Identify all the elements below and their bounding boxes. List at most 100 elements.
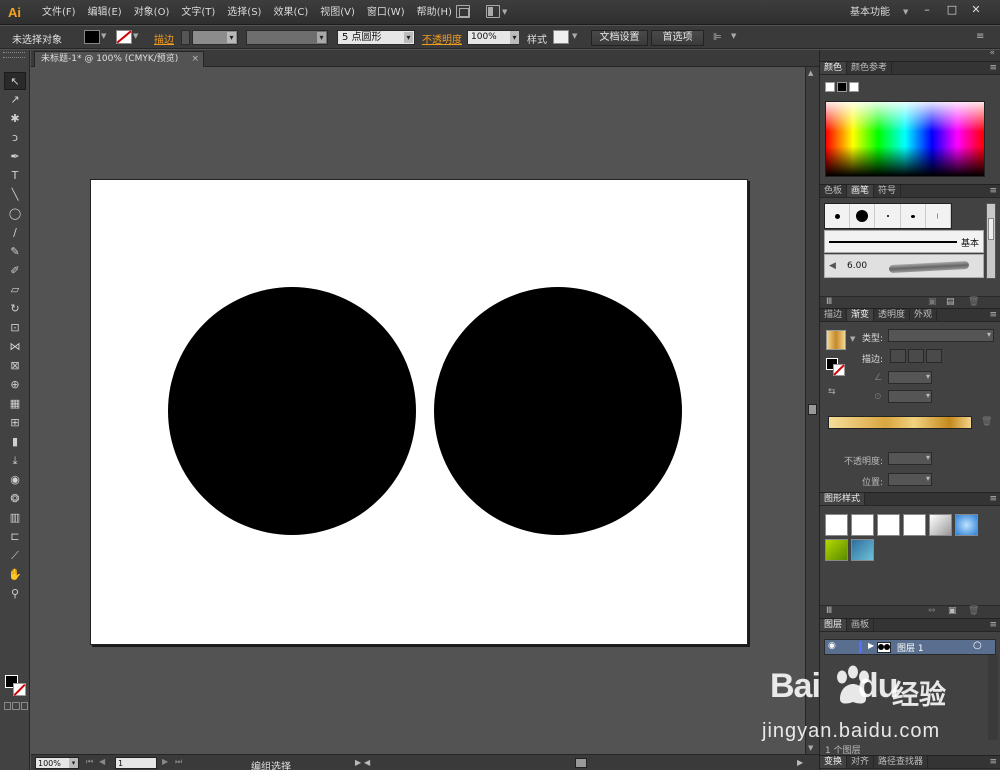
tab-color-guide[interactable]: 颜色参考	[847, 62, 893, 74]
perspective-grid-tool[interactable]: ▦	[4, 395, 26, 413]
none-swatch[interactable]	[825, 82, 835, 92]
graphic-style-swatch[interactable]	[851, 539, 874, 561]
close-button[interactable]: ✕	[965, 2, 987, 18]
tab-brushes[interactable]: 画笔	[847, 185, 875, 197]
panel-menu-icon[interactable]: ≡	[989, 185, 997, 198]
chevron-down-icon[interactable]: ▼	[850, 335, 855, 343]
style-library-icon[interactable]: Ⅲ	[826, 606, 832, 616]
symbol-sprayer-tool[interactable]: ❂	[4, 490, 26, 508]
scroll-left-icon[interactable]: ◀	[364, 758, 370, 767]
scrollbar-thumb[interactable]	[808, 404, 817, 415]
graphic-style-swatch[interactable]	[955, 514, 978, 536]
panel-menu-icon[interactable]: ≡	[976, 31, 984, 42]
slice-tool[interactable]: ⟋	[4, 547, 26, 565]
previous-artboard-icon[interactable]: ◀	[99, 757, 105, 766]
menu-type[interactable]: 文字(T)	[175, 0, 221, 25]
direct-selection-tool[interactable]: ↗	[4, 91, 26, 109]
brush-thumb[interactable]	[850, 204, 876, 228]
chevron-down-icon[interactable]: ▼	[502, 8, 507, 16]
chevron-down-icon[interactable]: ▼	[133, 32, 138, 40]
next-artboard-icon[interactable]: ▶	[162, 757, 168, 766]
art-brush-row[interactable]: ◀ 6.00	[824, 254, 984, 278]
color-mode-buttons[interactable]	[4, 702, 28, 710]
gradient-preview-swatch[interactable]	[826, 330, 846, 350]
chevron-down-icon[interactable]: ▼	[903, 0, 908, 25]
graphic-style-swatch[interactable]	[553, 30, 569, 44]
chevron-down-icon[interactable]: ▾	[510, 31, 519, 44]
brush-thumb[interactable]	[901, 204, 926, 228]
paintbrush-tool[interactable]: ∕	[4, 224, 26, 242]
mesh-tool[interactable]: ⊞	[4, 414, 26, 432]
layer-name[interactable]: 图层 1	[897, 641, 924, 654]
tab-graphic-styles[interactable]: 图形样式	[820, 493, 866, 505]
width-tool[interactable]: ⋈	[4, 338, 26, 356]
brush-thumb[interactable]	[825, 204, 851, 228]
menu-edit[interactable]: 编辑(E)	[82, 0, 128, 25]
menu-help[interactable]: 帮助(H)	[411, 0, 458, 25]
stroke-gradient-within-button[interactable]	[890, 349, 906, 363]
dock-collapse-grip[interactable]	[820, 48, 1000, 61]
maximize-button[interactable]: □	[941, 2, 963, 18]
pen-tool[interactable]: ✒	[4, 148, 26, 166]
tab-swatches[interactable]: 色板	[820, 185, 848, 197]
stroke-weight-stepper[interactable]	[181, 30, 190, 45]
gradient-aspect-field[interactable]	[888, 390, 932, 403]
panel-menu-icon[interactable]: ≡	[989, 493, 997, 506]
preferences-button[interactable]: 首选项	[651, 30, 704, 46]
minimize-button[interactable]: –	[916, 2, 938, 18]
stroke-gradient-across-button[interactable]	[926, 349, 942, 363]
stroke-weight-field[interactable]	[192, 30, 238, 45]
new-brush-icon[interactable]: ▣	[928, 297, 937, 307]
line-tool[interactable]: ╲	[4, 186, 26, 204]
delete-stop-icon[interactable]: 🗑	[981, 417, 992, 427]
last-artboard-icon[interactable]: ⏭	[175, 757, 182, 767]
selection-tool[interactable]: ↖	[4, 72, 26, 90]
pencil-tool[interactable]: ✎	[4, 243, 26, 261]
close-icon[interactable]: ×	[191, 52, 199, 67]
scroll-right-icon[interactable]: ▶	[797, 758, 803, 767]
zoom-tool[interactable]: ⚲	[4, 585, 26, 603]
blob-brush-tool[interactable]: ✐	[4, 262, 26, 280]
scrollbar-thumb[interactable]	[988, 218, 994, 240]
chevron-down-icon[interactable]: ▼	[731, 32, 736, 40]
target-circle-icon[interactable]: ○	[973, 640, 982, 651]
brush-definition-select[interactable]: 5 点圆形 ▾	[337, 30, 415, 45]
panel-menu-icon[interactable]: ≡	[989, 62, 997, 75]
menu-window[interactable]: 窗口(W)	[361, 0, 411, 25]
panel-grip[interactable]	[3, 52, 25, 58]
stroke-color-swatch[interactable]	[116, 30, 132, 44]
visibility-eye-icon[interactable]: ◉	[828, 641, 836, 651]
rotate-tool[interactable]: ↻	[4, 300, 26, 318]
black-swatch[interactable]	[837, 82, 847, 92]
menu-effect[interactable]: 效果(C)	[267, 0, 314, 25]
tab-gradient[interactable]: 渐变	[847, 309, 875, 321]
reverse-gradient-icon[interactable]: ⇆	[828, 387, 836, 397]
stroke-color-swatch[interactable]	[13, 683, 26, 696]
right-circle[interactable]	[434, 287, 682, 535]
tab-appearance[interactable]: 外观	[910, 309, 938, 321]
graphic-style-swatch[interactable]	[903, 514, 926, 536]
white-swatch[interactable]	[849, 82, 859, 92]
tab-stroke[interactable]: 描边	[820, 309, 848, 321]
menu-file[interactable]: 文件(F)	[36, 0, 82, 25]
gradient-type-select[interactable]	[888, 329, 994, 342]
hand-tool[interactable]: ✋	[4, 566, 26, 584]
menu-object[interactable]: 对象(O)	[128, 0, 176, 25]
column-graph-tool[interactable]: ▥	[4, 509, 26, 527]
break-link-icon[interactable]: ⇔	[928, 606, 936, 616]
graphic-style-swatch[interactable]	[877, 514, 900, 536]
tab-pathfinder[interactable]: 路径查找器	[874, 756, 929, 768]
brushes-scrollbar[interactable]	[986, 203, 996, 279]
gradient-slider[interactable]	[828, 416, 972, 429]
artboard[interactable]	[90, 179, 748, 645]
stroke-label[interactable]: 描边	[154, 31, 174, 46]
tab-transparency[interactable]: 透明度	[874, 309, 911, 321]
delete-brush-icon[interactable]: 🗑	[968, 297, 979, 307]
chevron-down-icon[interactable]: ▾	[69, 758, 78, 768]
color-spectrum[interactable]	[825, 101, 985, 177]
ellipse-tool[interactable]: ◯	[4, 205, 26, 223]
blend-tool[interactable]: ◉	[4, 471, 26, 489]
chevron-right-icon[interactable]: ▶	[355, 758, 361, 767]
gradient-location-field[interactable]	[888, 473, 932, 486]
menu-select[interactable]: 选择(S)	[221, 0, 267, 25]
